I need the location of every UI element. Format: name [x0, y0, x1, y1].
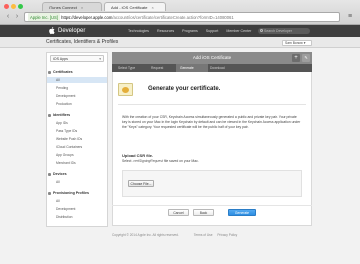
terms-link[interactable]: Terms of Use [194, 233, 213, 237]
privacy-link[interactable]: Privacy Policy [217, 233, 237, 237]
copyright-text: Copyright © 2014 Apple Inc. All rights r… [112, 233, 179, 237]
step-generate: Generate [180, 66, 194, 70]
edit-icon[interactable]: ✎ [302, 54, 310, 62]
divider [112, 205, 312, 206]
certificate-icon [118, 83, 133, 96]
url-path: /account/ios/certificate/certificateCrea… [112, 15, 234, 20]
add-icon[interactable]: + [292, 54, 300, 62]
sidebar-item-app-groups[interactable]: App Groups [56, 153, 74, 157]
panel-title: Add iOS Certificate [192, 55, 232, 60]
browser-tab[interactable]: iTunes Connect × [42, 2, 102, 11]
sidebar-heading-certificates: Certificates [48, 70, 73, 74]
zoom-window-button[interactable] [18, 4, 23, 9]
sidebar-item-merchant-ids[interactable]: Merchant IDs [56, 161, 76, 165]
url-host: https://developer.apple.com [61, 15, 113, 20]
chevron-down-icon: ▾ [99, 57, 101, 61]
sidebar-item-pass-type-ids[interactable]: Pass Type IDs [56, 129, 77, 133]
sidebar-item-pending[interactable]: Pending [56, 86, 68, 90]
device-icon [48, 172, 51, 176]
sidebar-heading-provisioning-profiles: Provisioning Profiles [48, 191, 89, 195]
sidebar-item-distribution[interactable]: Distribution [56, 215, 73, 219]
sidebar-item-icloud-containers[interactable]: iCloud Containers [56, 145, 82, 149]
sidebar-item-profiles-all[interactable]: All [56, 199, 60, 203]
step-request: Request [151, 66, 164, 70]
step-select-type: Select Type [118, 66, 136, 70]
certificate-icon [48, 70, 51, 74]
back-arrow-icon[interactable]: ‹ [4, 13, 12, 21]
page-title: Certificates, Identifiers & Profiles [46, 39, 119, 45]
platform-select[interactable]: iOS Apps ▾ [50, 55, 104, 62]
top-nav-links: Technologies Resources Programs Support … [128, 25, 251, 37]
minimize-window-button[interactable] [11, 4, 16, 9]
divider [118, 104, 306, 105]
close-tab-icon[interactable]: × [151, 5, 153, 10]
sidebar-item-production[interactable]: Production [56, 102, 72, 106]
nav-link-support[interactable]: Support [206, 25, 219, 37]
developer-brand[interactable]: Developer [58, 25, 85, 37]
forward-arrow-icon[interactable]: › [13, 13, 21, 21]
generate-button[interactable]: Generate [228, 209, 256, 216]
content-panel [112, 72, 312, 226]
nav-link-technologies[interactable]: Technologies [128, 25, 149, 37]
footer: Copyright © 2014 Apple Inc. All rights r… [112, 233, 237, 237]
browser-menu-icon[interactable]: ≡ [346, 13, 354, 21]
close-tab-icon[interactable]: × [81, 5, 83, 10]
url-lock-badge: Apple Inc. [US] [28, 13, 60, 21]
profile-icon [48, 191, 51, 195]
sidebar-item-devices-all[interactable]: All [56, 180, 60, 184]
nav-link-programs[interactable]: Programs [182, 25, 198, 37]
search-input[interactable]: Search Developer [258, 28, 310, 34]
nav-link-resources[interactable]: Resources [157, 25, 174, 37]
instructions-text: With the creation of your CSR, Keychain … [122, 115, 301, 129]
step-download: Download [210, 66, 225, 70]
browser-tab-active[interactable]: Add - iOS Certificate × [104, 2, 166, 11]
sidebar-heading-identifiers: Identifiers [48, 113, 70, 117]
upload-heading: Upload CSR file. [122, 153, 154, 158]
address-bar[interactable]: Apple Inc. [US] https://developer.apple.… [24, 12, 340, 22]
apple-logo-icon[interactable] [49, 26, 55, 35]
choose-file-button[interactable]: Choose File... [128, 180, 154, 187]
upload-instructions: Select .certSigningRequest file saved on… [122, 159, 199, 163]
sidebar-item-development[interactable]: Development [56, 94, 75, 98]
section-heading: Generate your certificate. [148, 86, 221, 92]
sidebar-item-website-push-ids[interactable]: Website Push IDs [56, 137, 82, 141]
close-window-button[interactable] [4, 4, 9, 9]
sidebar-item-certificates-all[interactable]: All [56, 78, 60, 82]
account-dropdown[interactable]: Sam Bonow ▾ [282, 40, 312, 46]
nav-link-member-center[interactable]: Member Center [226, 25, 251, 37]
search-icon [259, 29, 263, 32]
sidebar-heading-devices: Devices [48, 172, 67, 176]
identifier-icon [48, 113, 51, 117]
back-button[interactable]: Back [193, 209, 214, 216]
cancel-button[interactable]: Cancel [168, 209, 189, 216]
sidebar-item-profiles-development[interactable]: Development [56, 207, 75, 211]
sidebar-item-app-ids[interactable]: App IDs [56, 121, 68, 125]
